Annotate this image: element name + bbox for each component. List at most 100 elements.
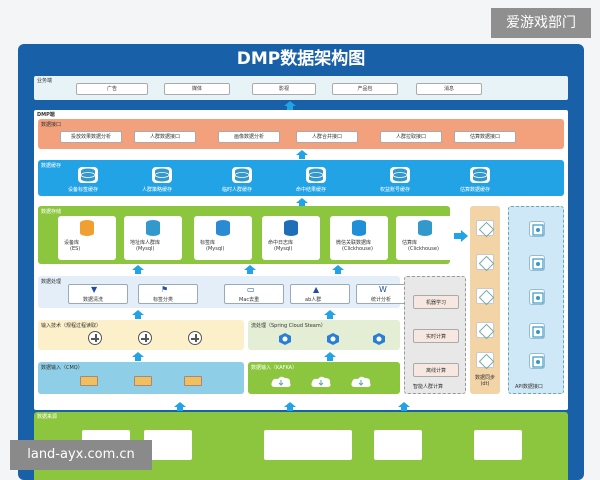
cache-label: 数据缓存 [41,163,62,169]
smart-item-2: 离线计算 [413,363,459,377]
cache-item-label: 命中结果缓存 [296,187,327,193]
arrow-right [454,230,468,242]
api-item-1: 人群数据接口 [134,131,196,143]
cube-icon [476,288,494,304]
api-item-4: 人群拉取接口 [380,131,442,143]
arrow-up [132,310,144,319]
hexagon-icon [278,331,292,345]
watermark-bottom: land-ayx.com.cn [10,440,152,470]
database-icon [144,219,162,237]
storage-item-sub: (ES) [70,246,81,252]
business-item-message: 消息 [416,83,482,95]
cloud-icon [310,374,332,388]
processing-label: 数据处理 [41,279,62,285]
arrow-up [324,352,336,361]
database-icon [282,219,300,237]
storage-item-sub: (Clickhouse) [342,246,373,252]
filter-icon: ▼ [91,285,98,294]
arrow-up [398,402,410,411]
arrow-up [296,150,308,159]
plus-circle-icon [138,331,152,345]
api-icon [529,353,545,369]
cube-icon [476,322,494,338]
dmp-label: DMP端 [37,112,55,118]
processing-item-label: Mac去重 [239,297,260,303]
data-api-layer: 数据接口 投放效果数据分析 人群数据接口 画像数据分析 人群合并接口 人群拉取接… [38,119,564,149]
processing-item-label: 标签分类 [153,297,174,303]
cache-item-label: 人群策略缓存 [142,187,173,193]
smart-item-1: 实时计算 [413,329,459,343]
plus-circle-icon [88,331,102,345]
cloud-icon [270,374,292,388]
arrow-up [284,402,296,411]
storage-item-name: 标签库 [200,240,216,246]
queue-icon [80,376,98,386]
arrow-up [132,265,144,274]
dmp-area: DMP端 数据接口 投放效果数据分析 人群数据接口 画像数据分析 人群合并接口 … [34,110,568,410]
cache-db-icon [390,167,410,183]
cache-item-label: 临时人群缓存 [222,187,253,193]
cache-db-icon [470,167,490,183]
cube-icon [476,220,494,236]
storage-item-sub: (Clickhouse) [408,246,439,252]
storage-layer: 数据存储 设备库 (ES) 地址库人群库 (Mysql) 标签库 (Mysql) 命中日志库… [38,206,454,264]
data-input-label: 数据输入（CMQ） [41,365,83,371]
kafka-label: 数据输入（KAFKA） [251,365,298,371]
business-item-video: 影视 [252,83,316,95]
source-card [304,430,352,460]
data-source-label: 数据来源 [37,414,58,420]
processing-item-label: 统计分析 [371,297,392,303]
storage-item-sub: (Mysql) [274,246,293,252]
queue-icon [134,376,152,386]
diagram-frame: DMP数据架构图 业务端 广告 媒体 影视 产品包 消息 DMP端 数据接口 投… [18,44,584,480]
database-icon [214,219,232,237]
processing-item-label: 数据清洗 [83,297,104,303]
stream-label: 流处理（Spring Cloud Steam） [251,323,326,329]
hierarchy-icon: ⚑ [161,285,169,294]
api-icon [529,289,545,305]
processing-card: ▼ 数据清洗 [68,284,128,304]
database-icon [350,219,368,237]
sync-label: 数据同步 (dt) [474,375,495,387]
api-item-5: 估算数据接口 [454,131,516,143]
stream-layer: 流处理（Spring Cloud Steam） [248,320,400,350]
business-item-package: 产品包 [332,83,398,95]
api-item-0: 投放效果数据分析 [60,131,122,143]
database-icon [416,219,434,237]
smart-compute-block: 机器学习 实时计算 离线计算 智能人群计算 [404,276,466,394]
api-label: API数据接口 [515,384,543,390]
sync-column: 数据同步 (dt) [470,206,500,394]
processing-card: ⚑ 标签分类 [138,284,198,304]
arrow-up [244,265,256,274]
api-icon [529,323,545,339]
arrow-up [132,352,144,361]
chart-icon: W [379,285,387,294]
hexagon-icon [372,331,386,345]
mac-icon: ▭ [247,285,255,294]
arrow-up [324,310,336,319]
storage-item-name: 命中日志库 [268,240,294,246]
business-item-ad: 广告 [76,83,148,95]
api-item-3: 人群合并接口 [296,131,358,143]
plus-circle-icon [188,331,202,345]
cloud-icon [350,374,372,388]
cube-icon [476,254,494,270]
database-icon [78,219,96,237]
api-item-2: 画像数据分析 [218,131,280,143]
arrow-up [174,402,186,411]
cube-icon [476,352,494,368]
cache-db-icon [152,167,172,183]
processing-item-label: ab人群 [305,297,322,303]
data-input-layer: 数据输入（CMQ） [38,362,244,394]
ab-icon: ▲ [313,285,320,294]
cache-db-icon [232,167,252,183]
smart-label: 智能人群计算 [413,384,444,390]
hexagon-icon [326,331,340,345]
arrow-up [284,101,296,110]
business-item-media: 媒体 [164,83,230,95]
cache-layer: 数据缓存 设备标签缓存 人群策略缓存 临时人群缓存 命中结果缓存 权益账号缓存 估算数据缓… [38,160,564,196]
watermark-top: 爱游戏部门 [491,8,591,38]
business-label: 业务端 [37,78,53,84]
source-card [474,430,522,460]
processing-card: ▭ Mac去重 [224,284,284,304]
